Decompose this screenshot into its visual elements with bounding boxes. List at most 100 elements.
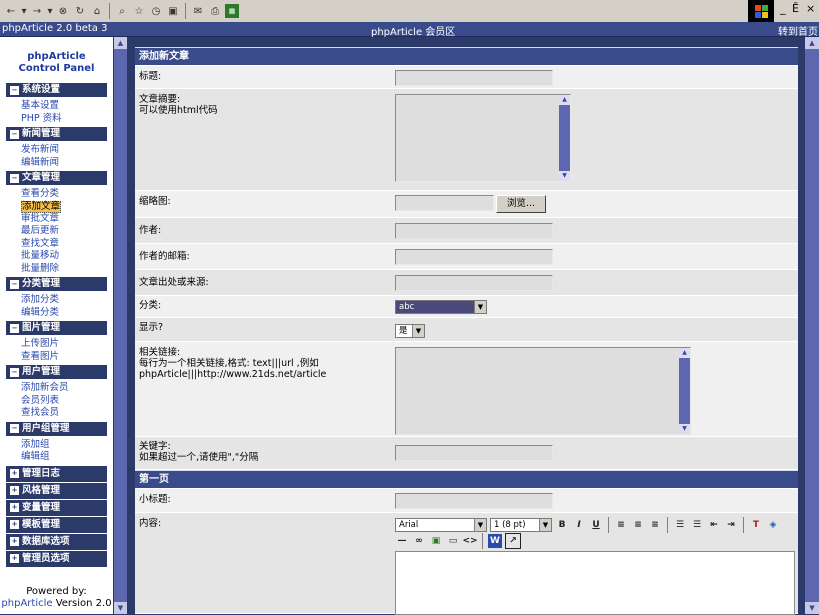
ordered-list-icon[interactable]: ☰: [673, 518, 687, 532]
table-icon[interactable]: ▭: [446, 534, 460, 548]
textarea-scrollbar[interactable]: ▲ ▼: [559, 95, 570, 181]
scroll-up-icon[interactable]: ▲: [805, 37, 819, 49]
stop-icon[interactable]: ⊗: [56, 4, 70, 18]
sidebar-group-header[interactable]: − 用户管理: [6, 365, 107, 380]
powered-by-link[interactable]: phpArticle: [1, 598, 52, 609]
sidebar-link[interactable]: 查找文章: [21, 238, 107, 251]
chevron-down-icon[interactable]: ▼: [474, 301, 486, 313]
favorites-icon[interactable]: ☆: [132, 4, 146, 18]
home-icon[interactable]: ⌂: [90, 4, 104, 18]
chevron-down-icon[interactable]: ▼: [412, 325, 424, 337]
chevron-down-icon[interactable]: ▼: [474, 519, 486, 531]
messenger-icon[interactable]: ▦: [225, 4, 239, 18]
sidebar-link[interactable]: 查找会员: [21, 407, 107, 420]
sidebar-group-header[interactable]: − 图片管理: [6, 321, 107, 336]
expand-icon[interactable]: +: [10, 520, 19, 529]
chevron-down-icon[interactable]: ▼: [539, 519, 551, 531]
sidebar-group-header[interactable]: + 风格管理: [6, 482, 107, 500]
sidebar-group-header[interactable]: − 新闻管理: [6, 127, 107, 142]
browse-button[interactable]: 浏览...: [496, 195, 546, 213]
content-editor-area[interactable]: [395, 551, 795, 615]
sidebar-group-header[interactable]: − 文章管理: [6, 171, 107, 186]
scroll-down-icon[interactable]: ▼: [114, 602, 127, 614]
main-scrollbar[interactable]: ▲ ▼: [805, 37, 819, 614]
underline-button[interactable]: U: [589, 518, 603, 532]
sidebar-group-header[interactable]: + 管理日志: [6, 465, 107, 483]
sidebar-group-header[interactable]: + 数据库选项: [6, 533, 107, 551]
summary-textarea[interactable]: ▲ ▼: [395, 94, 571, 182]
sidebar-link[interactable]: 发布新闻: [21, 144, 107, 157]
text-color-icon[interactable]: T: [749, 518, 763, 532]
bg-color-icon[interactable]: ◈: [766, 518, 780, 532]
collapse-icon[interactable]: −: [10, 279, 19, 289]
thumb-input[interactable]: [395, 195, 494, 211]
size-select[interactable]: 1 (8 pt) ▼: [490, 518, 552, 532]
source-input[interactable]: [395, 275, 553, 291]
print-icon[interactable]: ⎙: [208, 4, 222, 18]
horizontal-rule-icon[interactable]: —: [395, 534, 409, 548]
sidebar-link[interactable]: 编辑组: [21, 451, 107, 464]
collapse-icon[interactable]: −: [10, 173, 19, 183]
history-icon[interactable]: ◷: [149, 4, 163, 18]
sidebar-group-header[interactable]: + 变量管理: [6, 499, 107, 517]
word-icon[interactable]: W: [488, 534, 502, 548]
sidebar-link[interactable]: 编辑分类: [21, 307, 107, 320]
chevron-down-icon[interactable]: ▾: [21, 4, 27, 18]
code-icon[interactable]: <>: [462, 534, 477, 548]
link-icon[interactable]: ∞: [412, 534, 426, 548]
sidebar-link[interactable]: PHP 资料: [21, 113, 107, 126]
sidebar-link[interactable]: 添加分类: [21, 294, 107, 307]
sidebar-link[interactable]: 最后更新: [21, 225, 107, 238]
chevron-down-icon[interactable]: ▾: [47, 4, 53, 18]
subtitle-input[interactable]: [395, 493, 553, 509]
sidebar-scrollbar[interactable]: ▲ ▼: [114, 37, 127, 614]
sidebar-group-header[interactable]: + 管理员选项: [6, 550, 107, 568]
author-input[interactable]: [395, 223, 553, 239]
sidebar-link[interactable]: 查看分类: [21, 188, 107, 201]
expand-icon[interactable]: +: [10, 486, 19, 495]
collapse-icon[interactable]: −: [10, 323, 19, 333]
mail-icon[interactable]: ✉: [191, 4, 205, 18]
indent-icon[interactable]: ⇥: [724, 518, 738, 532]
image-icon[interactable]: ▣: [429, 534, 443, 548]
sidebar-group-header[interactable]: − 用户组管理: [6, 421, 107, 437]
unordered-list-icon[interactable]: ☰: [690, 518, 704, 532]
sidebar-link[interactable]: 上传图片: [21, 338, 107, 351]
bold-button[interactable]: B: [555, 518, 569, 532]
related-textarea[interactable]: ▲ ▼: [395, 347, 691, 435]
sidebar-link[interactable]: 添加新会员: [21, 382, 107, 395]
author-email-input[interactable]: [395, 249, 553, 265]
outdent-icon[interactable]: ⇤: [707, 518, 721, 532]
goto-home-link[interactable]: 转到首页: [778, 23, 818, 38]
expand-icon[interactable]: +: [10, 537, 19, 546]
sidebar-link[interactable]: 审批文章: [21, 213, 107, 226]
media-icon[interactable]: ▣: [166, 4, 180, 18]
scroll-down-icon[interactable]: ▼: [805, 602, 819, 614]
font-select[interactable]: Arial ▼: [395, 518, 487, 532]
align-right-icon[interactable]: ≡: [648, 518, 662, 532]
collapse-icon[interactable]: −: [10, 129, 19, 139]
italic-button[interactable]: I: [572, 518, 586, 532]
display-select[interactable]: 是 ▼: [395, 324, 425, 338]
sidebar-link[interactable]: 添加组: [21, 439, 107, 452]
sidebar-link[interactable]: 会员列表: [21, 395, 107, 408]
expand-icon[interactable]: +: [10, 469, 19, 478]
collapse-icon[interactable]: −: [10, 85, 19, 95]
sidebar-group-header[interactable]: + 模板管理: [6, 516, 107, 534]
sidebar-link[interactable]: 基本设置: [21, 100, 107, 113]
sidebar-link[interactable]: 批量删除: [21, 263, 107, 276]
scroll-up-icon[interactable]: ▲: [114, 37, 127, 49]
collapse-icon[interactable]: −: [10, 367, 19, 377]
sidebar-link[interactable]: 编辑新闻: [21, 157, 107, 170]
title-input[interactable]: [395, 70, 553, 86]
expand-icon[interactable]: +: [10, 503, 19, 512]
sidebar-link[interactable]: 添加文章: [21, 200, 62, 213]
sidebar-group-header[interactable]: − 系统设置: [6, 83, 107, 98]
forward-icon[interactable]: →: [30, 4, 44, 18]
refresh-icon[interactable]: ↻: [73, 4, 87, 18]
collapse-icon[interactable]: −: [10, 424, 19, 433]
align-center-icon[interactable]: ≡: [631, 518, 645, 532]
align-left-icon[interactable]: ≡: [614, 518, 628, 532]
keywords-input[interactable]: [395, 445, 553, 461]
minimize-icon[interactable]: _: [780, 2, 786, 15]
